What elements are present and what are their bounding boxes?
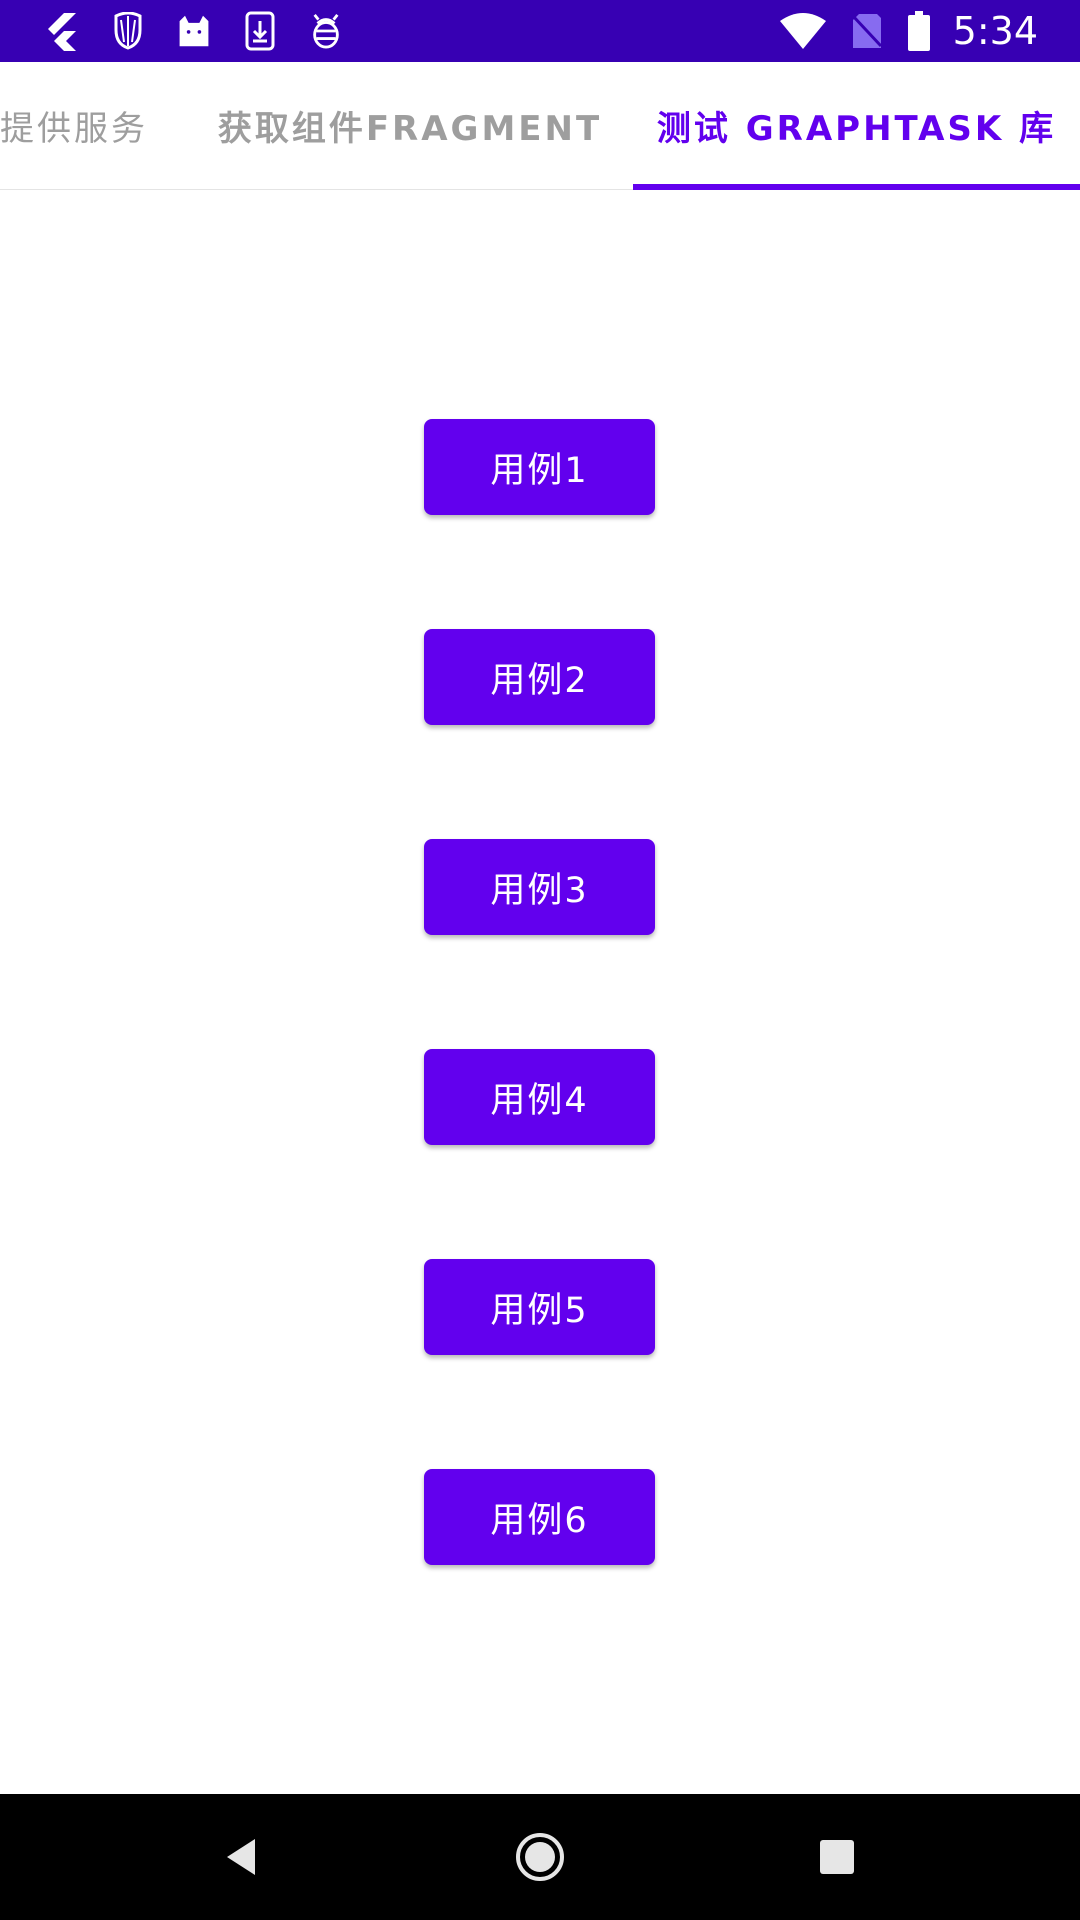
notification-icons: [44, 0, 344, 62]
cat-icon: [176, 11, 212, 51]
flutter-icon: [44, 11, 80, 51]
back-icon[interactable]: [210, 1826, 272, 1888]
status-bar: 5:34: [0, 0, 1080, 62]
tab-test-graphtask[interactable]: 测试 GRAPHTASK 库: [633, 62, 1080, 189]
case-4-button[interactable]: 用例4: [424, 1049, 655, 1145]
case-3-button[interactable]: 用例3: [424, 839, 655, 935]
download-icon: [242, 11, 278, 51]
case-6-button[interactable]: 用例6: [424, 1469, 655, 1565]
system-status-icons: 5:34: [779, 0, 1038, 62]
home-icon[interactable]: [509, 1826, 571, 1888]
tab-provide-service[interactable]: 提供服务: [0, 62, 168, 189]
tab-get-component-fragment[interactable]: 获取组件FRAGMENT: [208, 62, 612, 189]
navigation-bar: [0, 1794, 1080, 1920]
no-sim-icon: [849, 11, 885, 51]
recents-icon[interactable]: [806, 1826, 868, 1888]
case-5-button[interactable]: 用例5: [424, 1259, 655, 1355]
tab-indicator: [633, 184, 1080, 190]
bug-icon: [308, 11, 344, 51]
tab-bar: 提供服务 获取组件FRAGMENT 测试 GRAPHTASK 库: [0, 62, 1080, 190]
battery-icon: [907, 11, 931, 51]
case-2-button[interactable]: 用例2: [424, 629, 655, 725]
wifi-icon: [779, 11, 827, 51]
app-screen: 5:34 提供服务 获取组件FRAGMENT 测试 GRAPHTASK 库 用例…: [0, 0, 1080, 1920]
mask-icon: [110, 11, 146, 51]
status-time: 5:34: [952, 9, 1038, 53]
case-1-button[interactable]: 用例1: [424, 419, 655, 515]
